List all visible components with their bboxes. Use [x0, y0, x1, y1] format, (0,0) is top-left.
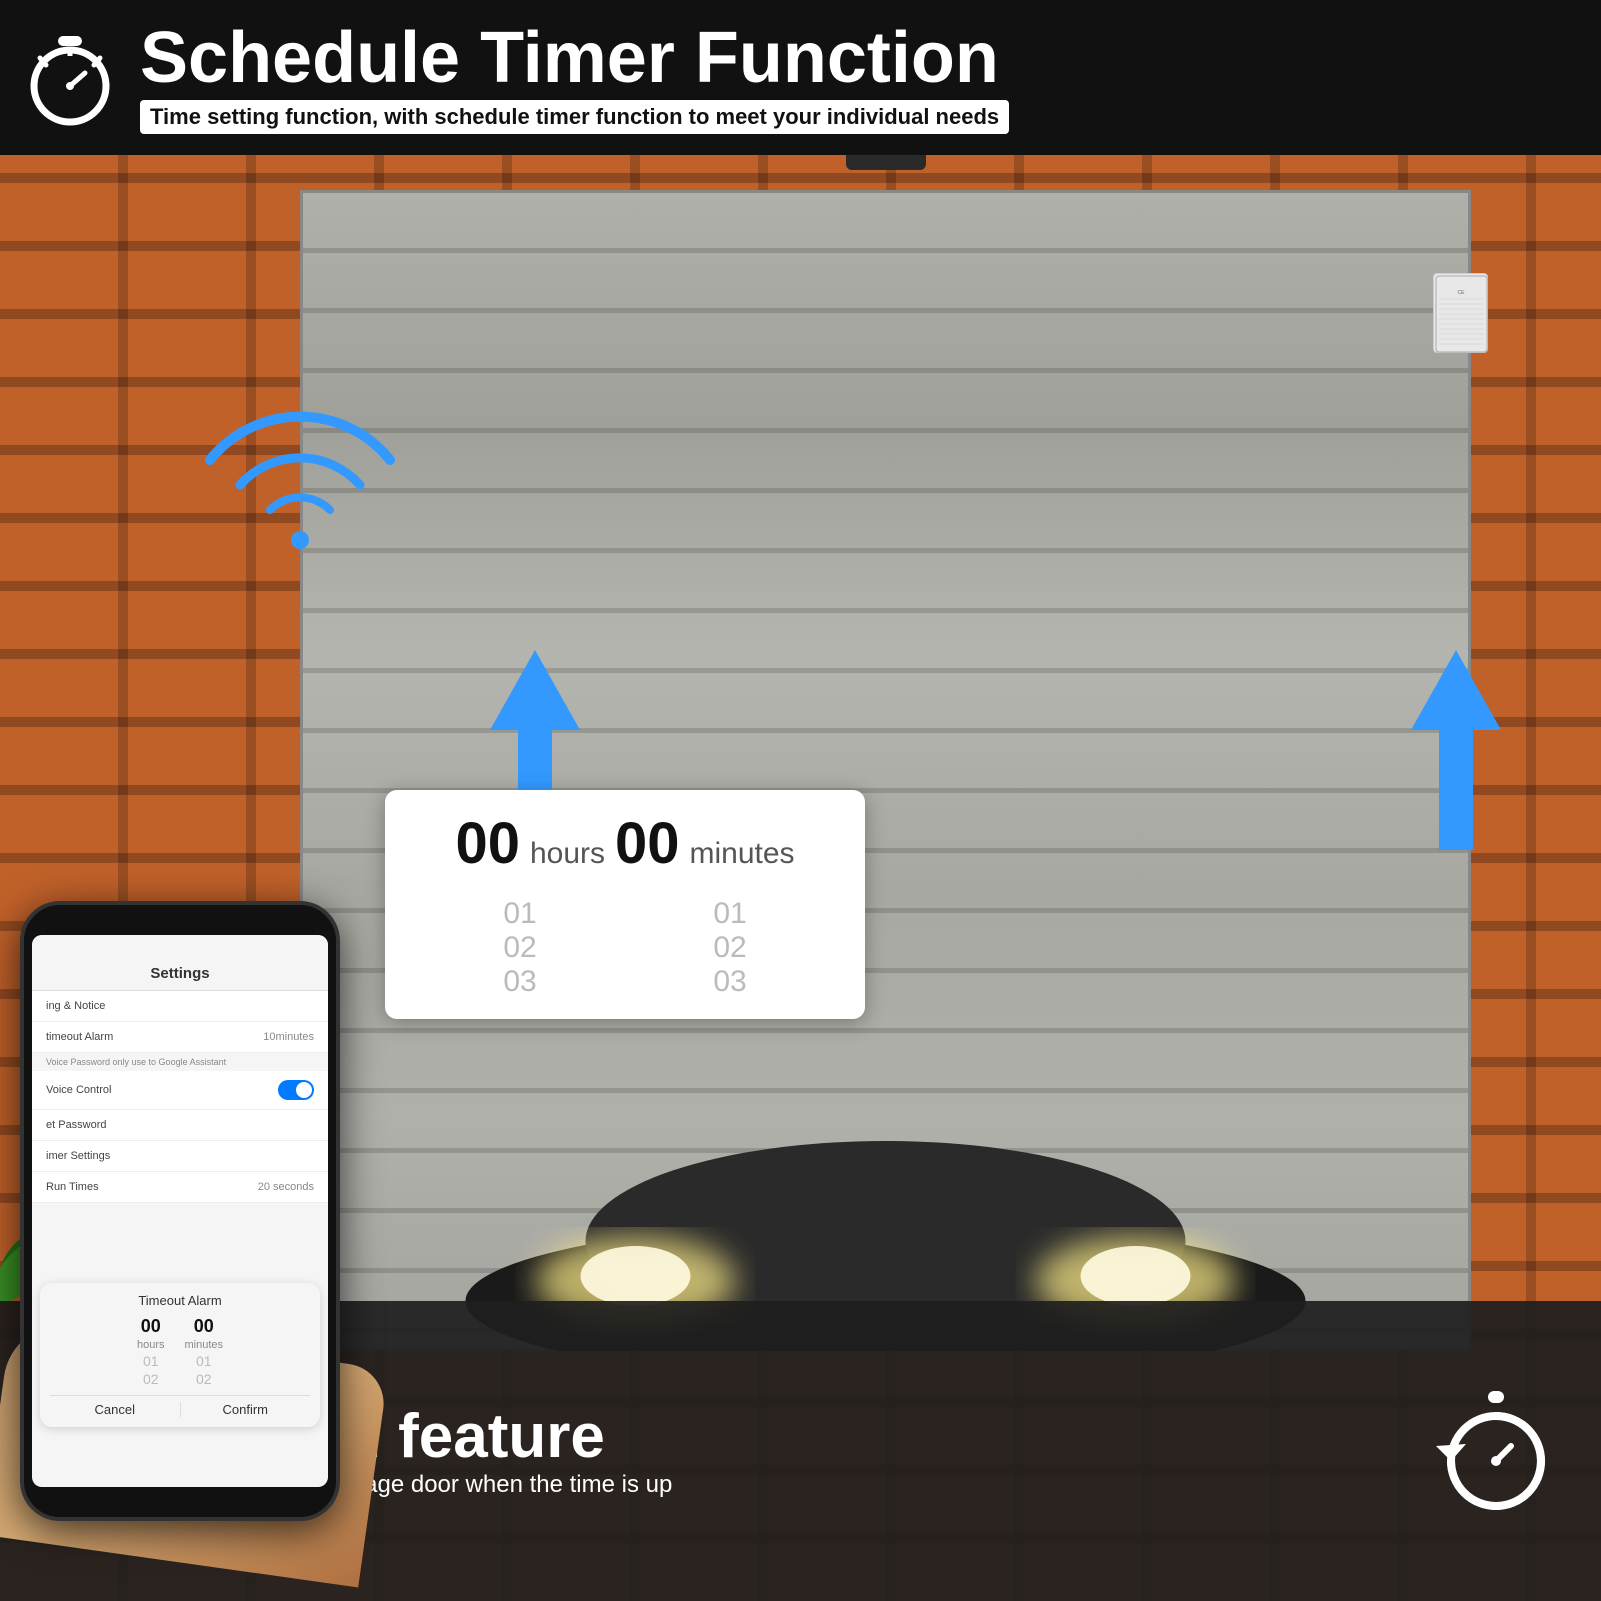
settings-item-timeout[interactable]: timeout Alarm 10minutes: [32, 1022, 328, 1053]
garage-side-device: CE: [1433, 273, 1488, 353]
phone-h-row1: 01: [143, 1353, 159, 1369]
phone-body: Settings ing & Notice timeout Alarm 10mi…: [20, 901, 340, 1521]
header-text: Schedule Timer Function Time setting fun…: [140, 22, 1009, 134]
settings-note: Voice Password only use to Google Assist…: [32, 1053, 328, 1071]
settings-item-password: et Password: [32, 1110, 328, 1141]
settings-item-1: ing & Notice: [32, 991, 328, 1022]
phone-minutes-col: 00 minutes 01 02: [185, 1316, 224, 1387]
phone-hours-col: 00 hours 01 02: [137, 1316, 165, 1387]
h-opt-2: 02: [503, 931, 536, 965]
phone-h-row2: 02: [143, 1371, 159, 1387]
svg-text:CE: CE: [1458, 290, 1466, 296]
time-picker-selected-row: 00 hours 00 minutes: [415, 810, 835, 877]
phone-m-row1: 01: [196, 1353, 212, 1369]
countdown-timer-icon: [1431, 1386, 1561, 1516]
h-opt-3: 03: [503, 965, 536, 999]
header-title: Schedule Timer Function: [140, 22, 1009, 94]
header-subtitle: Time setting function, with schedule tim…: [140, 100, 1009, 134]
big-hours-value: 00: [455, 810, 520, 877]
phone-notch: [140, 905, 220, 930]
big-minutes-value: 00: [615, 810, 680, 877]
phone-screen: Settings ing & Notice timeout Alarm 10mi…: [32, 935, 328, 1487]
phone-hours-label: hours: [137, 1339, 165, 1351]
time-picker-card: 00 hours 00 minutes 01 02 03 01 02 03: [385, 790, 865, 1019]
phone-time-picker: 00 hours 01 02 00 minutes 01 02: [50, 1316, 310, 1387]
voice-control-toggle[interactable]: [278, 1080, 314, 1100]
arrow-up-right: [1411, 650, 1501, 850]
phone-confirm-button[interactable]: Confirm: [181, 1402, 311, 1417]
m-opt-1: 01: [713, 897, 746, 931]
m-opt-2: 02: [713, 931, 746, 965]
big-minutes-unit: minutes: [690, 837, 795, 871]
hours-col-picker[interactable]: 01 02 03: [503, 897, 536, 999]
h-opt-1: 01: [503, 897, 536, 931]
phone-cancel-button[interactable]: Cancel: [50, 1402, 180, 1417]
settings-item-voice[interactable]: Voice Control: [32, 1071, 328, 1110]
phone-minutes-value: 00: [194, 1316, 214, 1337]
settings-item-runtime: Run Times 20 seconds: [32, 1172, 328, 1203]
timeout-popup-title: Timeout Alarm: [50, 1293, 310, 1308]
m-opt-3: 03: [713, 965, 746, 999]
minutes-col-picker[interactable]: 01 02 03: [713, 897, 746, 999]
timeout-popup: Timeout Alarm 00 hours 01 02 00 minutes …: [40, 1283, 320, 1427]
wifi-signal: [200, 400, 400, 565]
settings-item-timer: imer Settings: [32, 1141, 328, 1172]
garage-area: CE: [250, 150, 1521, 1351]
time-picker-options: 01 02 03 01 02 03: [415, 897, 835, 999]
phone-m-row2: 02: [196, 1371, 212, 1387]
settings-header: Settings: [32, 935, 328, 991]
phone-popup-buttons: Cancel Confirm: [50, 1395, 310, 1417]
settings-title: Settings: [150, 965, 209, 982]
header-timer-icon: [20, 28, 120, 128]
phone-hours-value: 00: [141, 1316, 161, 1337]
header-bar: Schedule Timer Function Time setting fun…: [0, 0, 1601, 155]
phone-minutes-label: minutes: [185, 1339, 224, 1351]
big-hours-unit: hours: [530, 837, 605, 871]
phone-mockup: Settings ing & Notice timeout Alarm 10mi…: [20, 901, 340, 1521]
